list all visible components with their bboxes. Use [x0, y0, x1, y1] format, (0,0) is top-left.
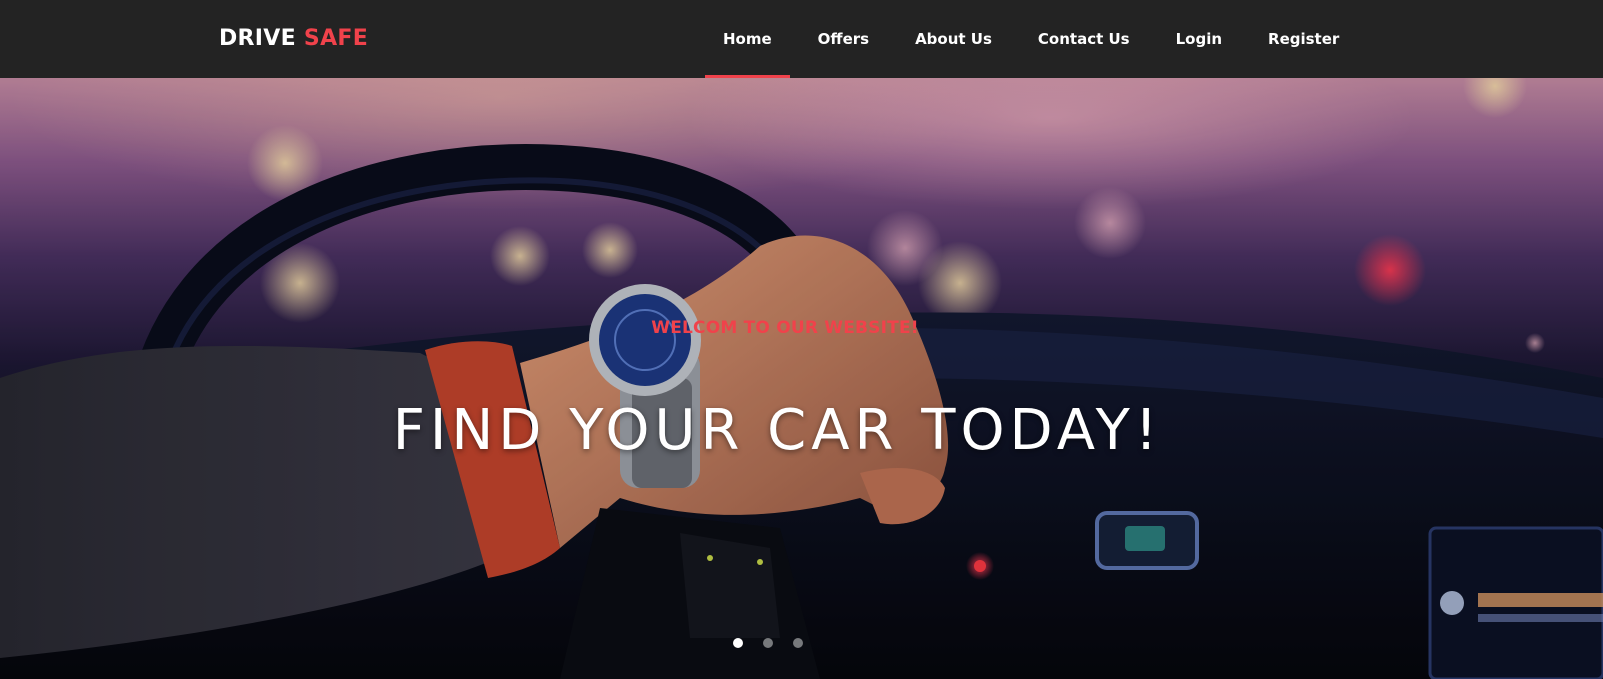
nav-item-offers[interactable]: Offers [795, 0, 892, 78]
nav-item-about-us[interactable]: About Us [892, 0, 1015, 78]
nav-item-home[interactable]: Home [700, 0, 795, 78]
hero-tagline: WELCOM TO OUR WEBSITE! [651, 318, 919, 338]
hero-headline: FIND YOUR CAR TODAY! [392, 397, 1163, 463]
brand-logo[interactable]: DRIVE SAFE [219, 26, 368, 51]
nav-item-register[interactable]: Register [1245, 0, 1362, 78]
nav-item-contact-us[interactable]: Contact Us [1015, 0, 1153, 78]
hero-slider: WELCOM TO OUR WEBSITE! FIND YOUR CAR TOD… [0, 78, 1603, 679]
slider-pagination [733, 638, 803, 648]
slider-dot-3[interactable] [793, 638, 803, 648]
navbar: DRIVE SAFE Home Offers About Us Contact … [0, 0, 1603, 78]
page: DRIVE SAFE Home Offers About Us Contact … [0, 0, 1603, 679]
nav-item-login[interactable]: Login [1153, 0, 1245, 78]
main-nav: Home Offers About Us Contact Us Login Re… [700, 0, 1362, 78]
slider-dot-1[interactable] [733, 638, 743, 648]
brand-name-primary: DRIVE [219, 26, 296, 51]
slider-dot-2[interactable] [763, 638, 773, 648]
brand-name-accent: SAFE [303, 26, 369, 51]
hero-background-image [0, 78, 1603, 679]
